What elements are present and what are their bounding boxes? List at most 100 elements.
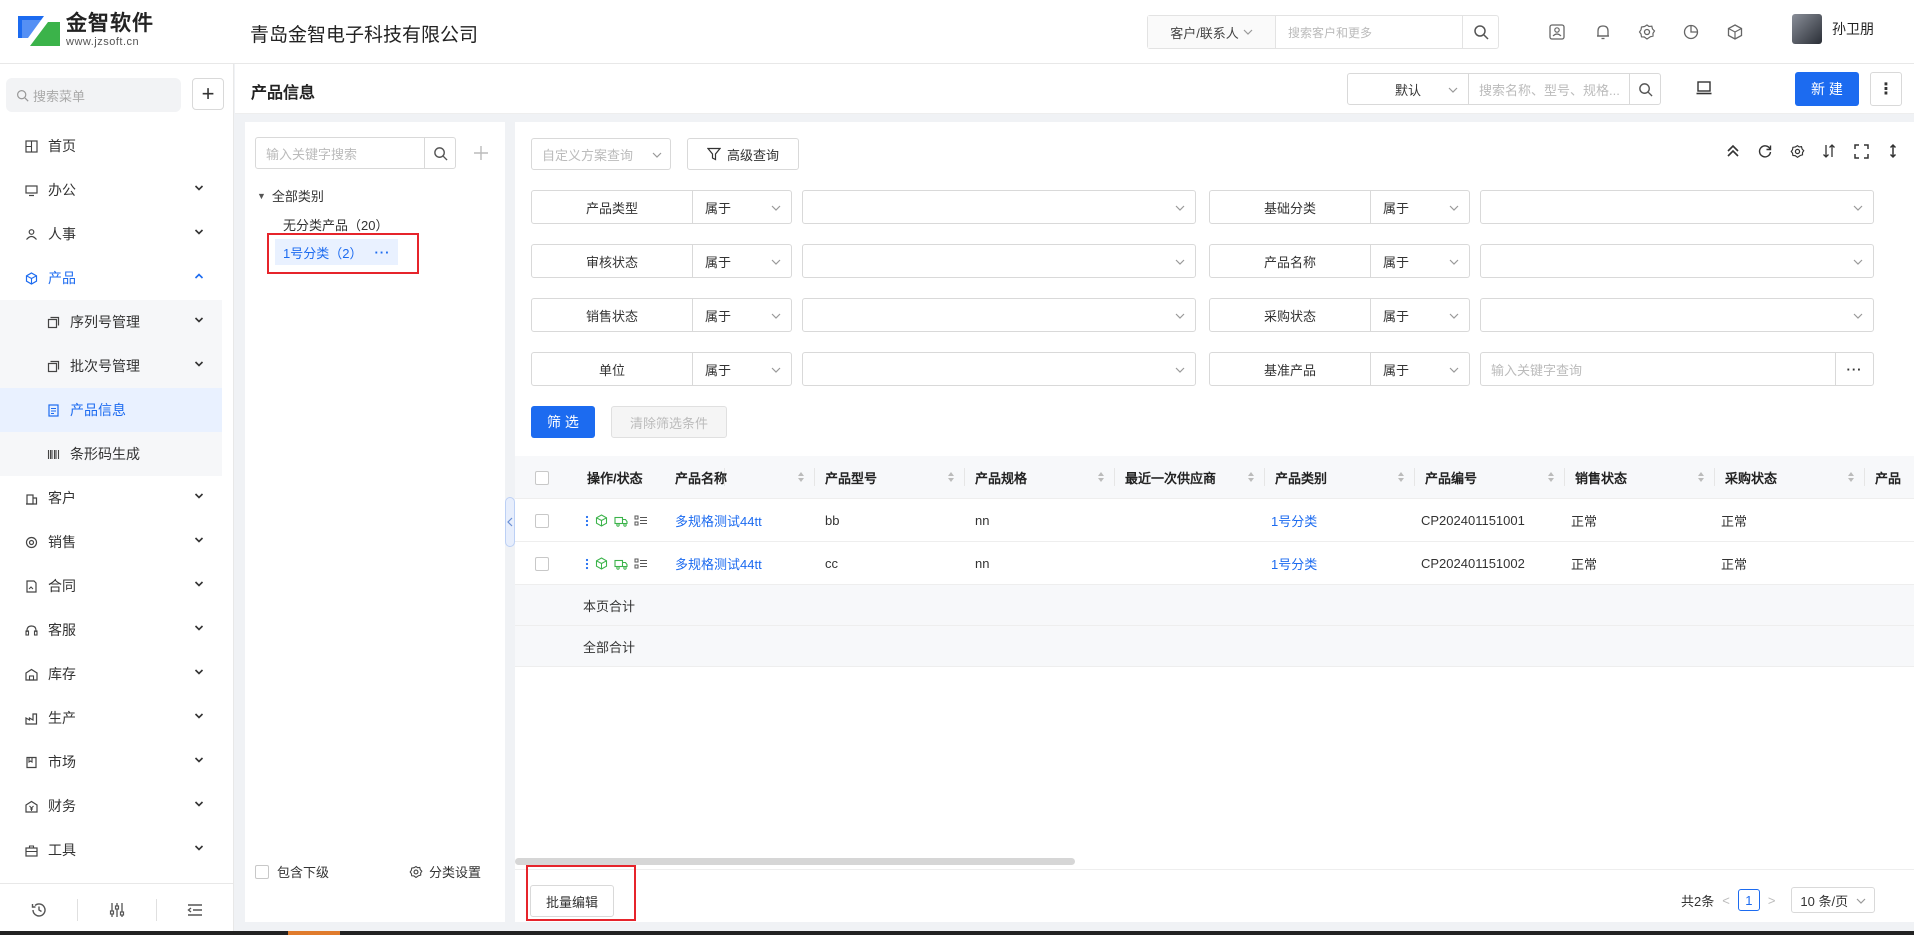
next-page-icon[interactable]: > xyxy=(1768,893,1776,908)
fullscreen-icon[interactable] xyxy=(1852,142,1870,160)
page-size-select[interactable]: 10 条/页 xyxy=(1791,887,1876,913)
sidebar-item-tools[interactable]: 工具 xyxy=(0,828,234,872)
kebab-icon[interactable] xyxy=(585,558,589,570)
filter-operator-select[interactable]: 属于 xyxy=(1371,352,1470,386)
sort-icon[interactable] xyxy=(797,471,805,483)
sidebar-item-office[interactable]: 办公 xyxy=(0,168,234,212)
sidebar-item-inventory[interactable]: 库存 xyxy=(0,652,234,696)
contact-card-icon[interactable] xyxy=(1546,21,1568,43)
filter-operator-select[interactable]: 属于 xyxy=(693,352,792,386)
sidebar-item-customer[interactable]: 客户 xyxy=(0,476,234,520)
base-product-more-button[interactable]: ··· xyxy=(1835,352,1873,386)
add-category-button[interactable] xyxy=(469,137,493,169)
filter-operator-select[interactable]: 属于 xyxy=(693,190,792,224)
sidebar-item-sales[interactable]: 销售 xyxy=(0,520,234,564)
category-search-input[interactable]: 输入关键字搜索 xyxy=(255,137,425,169)
column-header[interactable]: 产品名称 xyxy=(665,456,815,499)
sidebar-item-finance[interactable]: 财务 xyxy=(0,784,234,828)
row-checkbox[interactable] xyxy=(535,556,549,571)
settings-sliders-button[interactable] xyxy=(78,898,155,922)
product-search-input[interactable]: 搜索名称、型号、规格... xyxy=(1468,73,1630,105)
tree-node-uncategorized[interactable]: 无分类产品（20） xyxy=(283,215,388,234)
filter-value-select[interactable] xyxy=(802,190,1196,224)
global-search-button[interactable] xyxy=(1462,16,1498,48)
table-row[interactable]: 多规格测试44tt bb nn 1号分类 CP202401151001 正常 正… xyxy=(515,499,1914,542)
query-scheme-select[interactable]: 自定义方案查询 xyxy=(531,138,671,170)
sort-icon[interactable] xyxy=(1847,471,1855,483)
sort-columns-icon[interactable] xyxy=(1820,142,1838,160)
history-button[interactable] xyxy=(0,898,77,922)
product-search-button[interactable] xyxy=(1629,73,1661,105)
column-header[interactable]: 产品规格 xyxy=(965,456,1115,499)
bell-icon[interactable] xyxy=(1592,21,1614,43)
column-header[interactable]: 产品类别 xyxy=(1265,456,1415,499)
sidebar-item-production[interactable]: 生产 xyxy=(0,696,234,740)
gear-icon[interactable] xyxy=(1636,21,1658,43)
sort-icon[interactable] xyxy=(1697,471,1705,483)
cube-icon[interactable] xyxy=(1724,21,1746,43)
sort-icon[interactable] xyxy=(1097,471,1105,483)
base-product-keyword-input[interactable]: 输入关键字查询 ··· xyxy=(1480,352,1874,386)
column-header[interactable]: 产品 xyxy=(1865,456,1914,499)
filter-operator-select[interactable]: 属于 xyxy=(1371,244,1470,278)
sidebar-item-service[interactable]: 客服 xyxy=(0,608,234,652)
pie-chart-icon[interactable] xyxy=(1680,21,1702,43)
collapse-panel-handle[interactable] xyxy=(505,497,515,547)
new-product-button[interactable]: 新 建 xyxy=(1795,72,1859,106)
category-search-button[interactable] xyxy=(424,137,456,169)
prev-page-icon[interactable]: < xyxy=(1722,893,1730,908)
sidebar-item-product-info[interactable]: 产品信息 xyxy=(0,388,222,432)
sort-icon[interactable] xyxy=(947,471,955,483)
product-name-link[interactable]: 多规格测试44tt xyxy=(675,499,762,542)
sidebar-item-product[interactable]: 产品 xyxy=(0,256,234,300)
filter-value-select[interactable] xyxy=(802,298,1196,332)
gear-icon[interactable] xyxy=(1788,142,1806,160)
filter-operator-select[interactable]: 属于 xyxy=(693,298,792,332)
clear-filters-button[interactable]: 清除筛选条件 xyxy=(611,406,727,438)
filter-value-select[interactable] xyxy=(1480,190,1874,224)
filter-operator-select[interactable]: 属于 xyxy=(693,244,792,278)
sort-icon[interactable] xyxy=(1547,471,1555,483)
kebab-icon[interactable] xyxy=(585,515,589,527)
column-header[interactable]: 产品编号 xyxy=(1415,456,1565,499)
filter-value-select[interactable] xyxy=(1480,298,1874,332)
horizontal-scrollbar[interactable] xyxy=(515,858,1075,865)
filter-value-select[interactable] xyxy=(802,352,1196,386)
category-settings-button[interactable]: 分类设置 xyxy=(409,862,481,881)
menu-add-button[interactable]: + xyxy=(192,78,224,110)
column-header[interactable]: 采购状态 xyxy=(1715,456,1865,499)
collapse-up-icon[interactable] xyxy=(1724,142,1742,160)
filter-operator-select[interactable]: 属于 xyxy=(1371,298,1470,332)
logo[interactable]: 金智软件 www.jzsoft.cn xyxy=(18,12,154,50)
category-link[interactable]: 1号分类 xyxy=(1271,499,1317,542)
sort-icon[interactable] xyxy=(1397,471,1405,483)
menu-search-input[interactable]: 搜索菜单 xyxy=(6,78,181,112)
refresh-icon[interactable] xyxy=(1756,142,1774,160)
tree-root-all-categories[interactable]: ▼ 全部类别 xyxy=(257,186,324,205)
sort-icon[interactable] xyxy=(1247,471,1255,483)
filter-value-select[interactable] xyxy=(1480,244,1874,278)
filter-button[interactable]: 筛 选 xyxy=(531,406,595,438)
sidebar-item-contract[interactable]: 合同 xyxy=(0,564,234,608)
table-row[interactable]: 多规格测试44tt cc nn 1号分类 CP202401151002 正常 正… xyxy=(515,542,1914,585)
global-search-input[interactable]: 搜索客户和更多 xyxy=(1276,24,1462,41)
select-all-checkbox[interactable] xyxy=(535,470,549,485)
sidebar-item-batch-numbers[interactable]: 批次号管理 xyxy=(0,344,222,388)
sidebar-item-serial-numbers[interactable]: 序列号管理 xyxy=(0,300,222,344)
advanced-query-button[interactable]: 高级查询 xyxy=(687,138,799,170)
more-actions-button[interactable]: ⋮ xyxy=(1870,72,1902,106)
sidebar-item-market[interactable]: 市场 xyxy=(0,740,234,784)
filter-value-select[interactable] xyxy=(802,244,1196,278)
view-select[interactable]: 默认 xyxy=(1347,73,1469,105)
column-header[interactable]: 产品型号 xyxy=(815,456,965,499)
sidebar-item-barcode[interactable]: 条形码生成 xyxy=(0,432,222,476)
column-header[interactable]: 最近一次供应商 xyxy=(1115,456,1265,499)
product-name-link[interactable]: 多规格测试44tt xyxy=(675,542,762,585)
include-sub-checkbox[interactable] xyxy=(255,864,269,879)
sidebar-item-home[interactable]: 首页 xyxy=(0,124,234,168)
page-number-current[interactable]: 1 xyxy=(1737,889,1760,911)
row-height-icon[interactable] xyxy=(1884,142,1902,160)
row-checkbox[interactable] xyxy=(535,513,549,528)
filter-operator-select[interactable]: 属于 xyxy=(1371,190,1470,224)
column-header[interactable]: 销售状态 xyxy=(1565,456,1715,499)
